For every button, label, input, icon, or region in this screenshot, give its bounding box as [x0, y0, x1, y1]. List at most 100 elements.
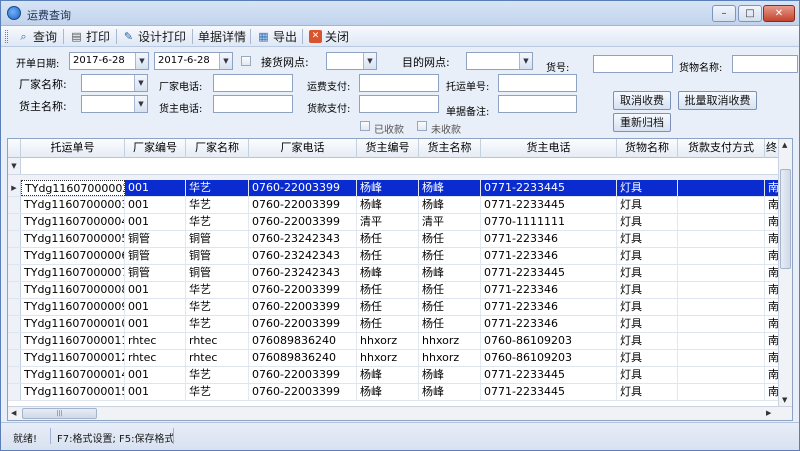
scroll-left-icon[interactable]: ◀ — [11, 409, 16, 417]
dest-point-select[interactable]: ▼ — [466, 52, 533, 70]
table-cell[interactable]: 南 — [765, 197, 779, 213]
table-cell[interactable]: 南 — [765, 333, 779, 349]
table-row[interactable]: TYdg11607000005 铜管 铜管 0760-23242343 杨任 杨任 0771… — [8, 231, 788, 248]
table-cell[interactable]: 灯具 — [617, 197, 678, 213]
table-row[interactable]: TYdg11607000003 001 华艺 0760-22003399 杨峰 杨峰 077… — [8, 197, 788, 214]
table-row[interactable]: TYdg11607000012 rhtec rhtec 076089836240 hhx… — [8, 350, 788, 367]
print-button[interactable]: ▤ 打印 — [70, 28, 110, 45]
table-cell[interactable]: hhxorz — [419, 350, 481, 366]
table-cell[interactable]: 0760-22003399 — [249, 316, 357, 332]
table-cell[interactable]: 华艺 — [186, 316, 249, 332]
table-cell[interactable]: 杨峰 — [419, 384, 481, 400]
table-cell[interactable]: 001 — [125, 384, 186, 400]
table-cell[interactable]: 杨峰 — [419, 265, 481, 281]
grid-filter-row[interactable]: ▼ — [8, 158, 788, 175]
table-cell[interactable]: 076089836240 — [249, 333, 357, 349]
table-cell[interactable]: 杨任 — [357, 282, 419, 298]
design-print-button[interactable]: ✎ 设计打印 — [122, 28, 186, 45]
table-cell[interactable]: 清平 — [419, 214, 481, 230]
scroll-right-icon[interactable]: ▶ — [766, 409, 771, 417]
row-indicator[interactable] — [8, 333, 21, 349]
waybill-input[interactable] — [498, 74, 577, 92]
batch-cancel-collect-button[interactable]: 批量取消收费 — [678, 91, 757, 110]
cargo-no-input[interactable] — [593, 55, 673, 73]
chevron-down-icon[interactable]: ▼ — [219, 53, 232, 69]
row-indicator[interactable] — [8, 197, 21, 213]
table-cell[interactable]: rhtec — [186, 350, 249, 366]
table-cell[interactable]: 灯具 — [617, 265, 678, 281]
table-cell[interactable]: TYdg11607000002 — [21, 180, 125, 196]
table-cell[interactable]: 0771-2233445 — [481, 367, 617, 383]
date-to-picker[interactable]: 2017-6-28 ▼ — [154, 52, 233, 70]
table-cell[interactable]: 001 — [125, 299, 186, 315]
table-cell[interactable]: 南 — [765, 265, 779, 281]
factory-name-select[interactable]: ▼ — [81, 74, 148, 92]
row-indicator[interactable] — [8, 265, 21, 281]
table-cell[interactable]: 华艺 — [186, 197, 249, 213]
chevron-down-icon[interactable]: ▼ — [134, 96, 147, 112]
table-row[interactable]: TYdg11607000011 rhtec rhtec 076089836240 hhx… — [8, 333, 788, 350]
table-cell[interactable]: 0770-1111111 — [481, 214, 617, 230]
table-cell[interactable]: 0760-22003399 — [249, 197, 357, 213]
table-cell[interactable]: 0771-2233445 — [481, 265, 617, 281]
row-indicator[interactable] — [8, 367, 21, 383]
table-cell[interactable]: 灯具 — [617, 384, 678, 400]
bill-detail-button[interactable]: 单据详情 — [198, 28, 246, 45]
table-cell[interactable]: 灯具 — [617, 248, 678, 264]
table-row[interactable]: TYdg11607000007 铜管 铜管 0760-23242343 杨峰 杨峰 0771… — [8, 265, 788, 282]
table-cell[interactable]: rhtec — [125, 333, 186, 349]
table-cell[interactable] — [678, 180, 765, 196]
table-cell[interactable]: 灯具 — [617, 180, 678, 196]
table-cell[interactable]: TYdg11607000006 — [21, 248, 125, 264]
horizontal-scrollbar[interactable]: ◀ ||| ▶ — [8, 406, 792, 420]
chevron-down-icon[interactable]: ▼ — [363, 53, 376, 69]
column-header[interactable]: 托运单号 — [21, 139, 125, 158]
table-cell[interactable]: 灯具 — [617, 282, 678, 298]
table-cell[interactable]: TYdg11607000004 — [21, 214, 125, 230]
close-window-button[interactable]: ✕ — [763, 5, 795, 22]
table-cell[interactable]: 0760-23242343 — [249, 231, 357, 247]
table-cell[interactable]: 076089836240 — [249, 350, 357, 366]
column-header[interactable]: 货物名称 — [617, 139, 678, 158]
table-cell[interactable]: 铜管 — [186, 231, 249, 247]
received-checkbox[interactable] — [360, 121, 370, 131]
table-cell[interactable]: 001 — [125, 180, 186, 196]
table-cell[interactable]: 杨任 — [419, 231, 481, 247]
table-cell[interactable]: TYdg11607000014 — [21, 367, 125, 383]
table-cell[interactable]: 灯具 — [617, 231, 678, 247]
scroll-up-icon[interactable]: ▲ — [782, 141, 787, 149]
table-cell[interactable]: hhxorz — [357, 350, 419, 366]
table-row[interactable]: TYdg11607000009 001 华艺 0760-22003399 杨任 杨任 077… — [8, 299, 788, 316]
date-enable-checkbox[interactable] — [241, 56, 251, 66]
table-cell[interactable]: 0760-23242343 — [249, 265, 357, 281]
table-cell[interactable]: 灯具 — [617, 350, 678, 366]
table-cell[interactable]: 杨任 — [419, 248, 481, 264]
table-cell[interactable]: 杨任 — [357, 316, 419, 332]
table-cell[interactable]: 0760-22003399 — [249, 214, 357, 230]
table-row[interactable]: TYdg11607000010 001 华艺 0760-22003399 杨任 杨任 077… — [8, 316, 788, 333]
table-cell[interactable]: 杨任 — [357, 231, 419, 247]
table-row[interactable]: TYdg11607000004 001 华艺 0760-22003399 清平 清平 077… — [8, 214, 788, 231]
table-cell[interactable]: 灯具 — [617, 316, 678, 332]
column-header[interactable]: 厂家电话 — [249, 139, 357, 158]
table-cell[interactable]: 南 — [765, 299, 779, 315]
table-cell[interactable]: 灯具 — [617, 214, 678, 230]
table-cell[interactable] — [678, 350, 765, 366]
table-cell[interactable] — [678, 197, 765, 213]
vertical-scrollbar[interactable]: ▲ ▼ — [778, 139, 792, 408]
table-cell[interactable]: 杨峰 — [357, 265, 419, 281]
table-row[interactable]: TYdg11607000014 001 华艺 0760-22003399 杨峰 杨峰 077… — [8, 367, 788, 384]
table-cell[interactable]: 0760-86109203 — [481, 350, 617, 366]
table-cell[interactable]: 杨任 — [419, 282, 481, 298]
table-cell[interactable]: 灯具 — [617, 299, 678, 315]
table-cell[interactable]: TYdg11607000010 — [21, 316, 125, 332]
table-cell[interactable]: 0760-86109203 — [481, 333, 617, 349]
table-cell[interactable]: 0771-223346 — [481, 316, 617, 332]
row-indicator[interactable]: ▶ — [8, 180, 21, 196]
re-archive-button[interactable]: 重新归档 — [613, 113, 671, 132]
table-cell[interactable]: 华艺 — [186, 384, 249, 400]
table-cell[interactable]: 南 — [765, 367, 779, 383]
query-button[interactable]: ⌕ 查询 — [17, 28, 57, 45]
table-cell[interactable] — [678, 316, 765, 332]
table-cell[interactable]: TYdg11607000003 — [21, 197, 125, 213]
